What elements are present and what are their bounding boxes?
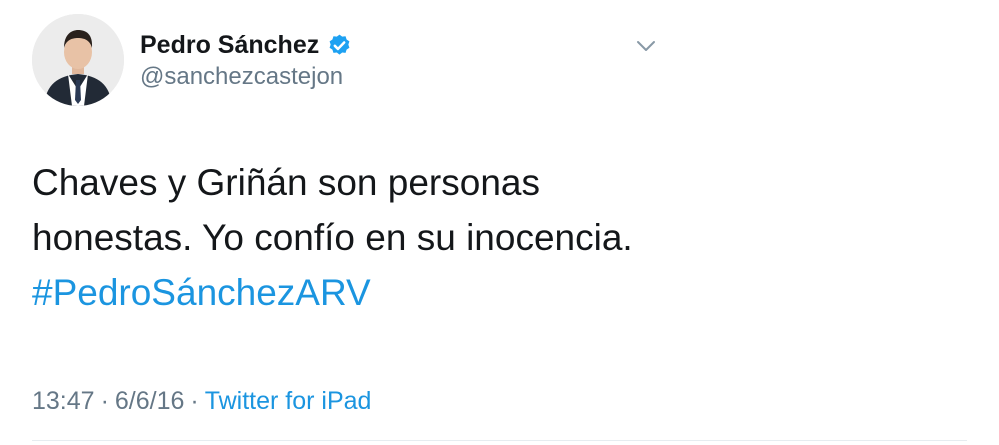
hashtag-link[interactable]: #PedroSánchezARV [32,265,732,320]
tweet-date[interactable]: 6/6/16 [115,387,185,415]
meta-separator: · [100,387,109,415]
meta-separator: · [190,387,199,415]
chevron-down-icon[interactable] [633,36,659,56]
tweet-meta: 13:47 · 6/6/16 · Twitter for iPad [32,385,371,417]
avatar[interactable] [32,14,124,106]
user-handle[interactable]: @sanchezcastejon [140,62,343,92]
tweet-text: Chaves y Griñán son personas honestas. Y… [32,155,732,320]
display-name[interactable]: Pedro Sánchez [140,30,319,60]
tweet-source-link[interactable]: Twitter for iPad [205,387,372,415]
divider [32,440,967,441]
tweet-time[interactable]: 13:47 [32,387,95,415]
tweet-line: Chaves y Griñán son personas [32,162,540,203]
verified-badge-icon [327,33,352,58]
avatar-image [32,14,124,106]
tweet-line: honestas. Yo confío en su inocencia. [32,217,633,258]
name-row: Pedro Sánchez [140,30,352,60]
